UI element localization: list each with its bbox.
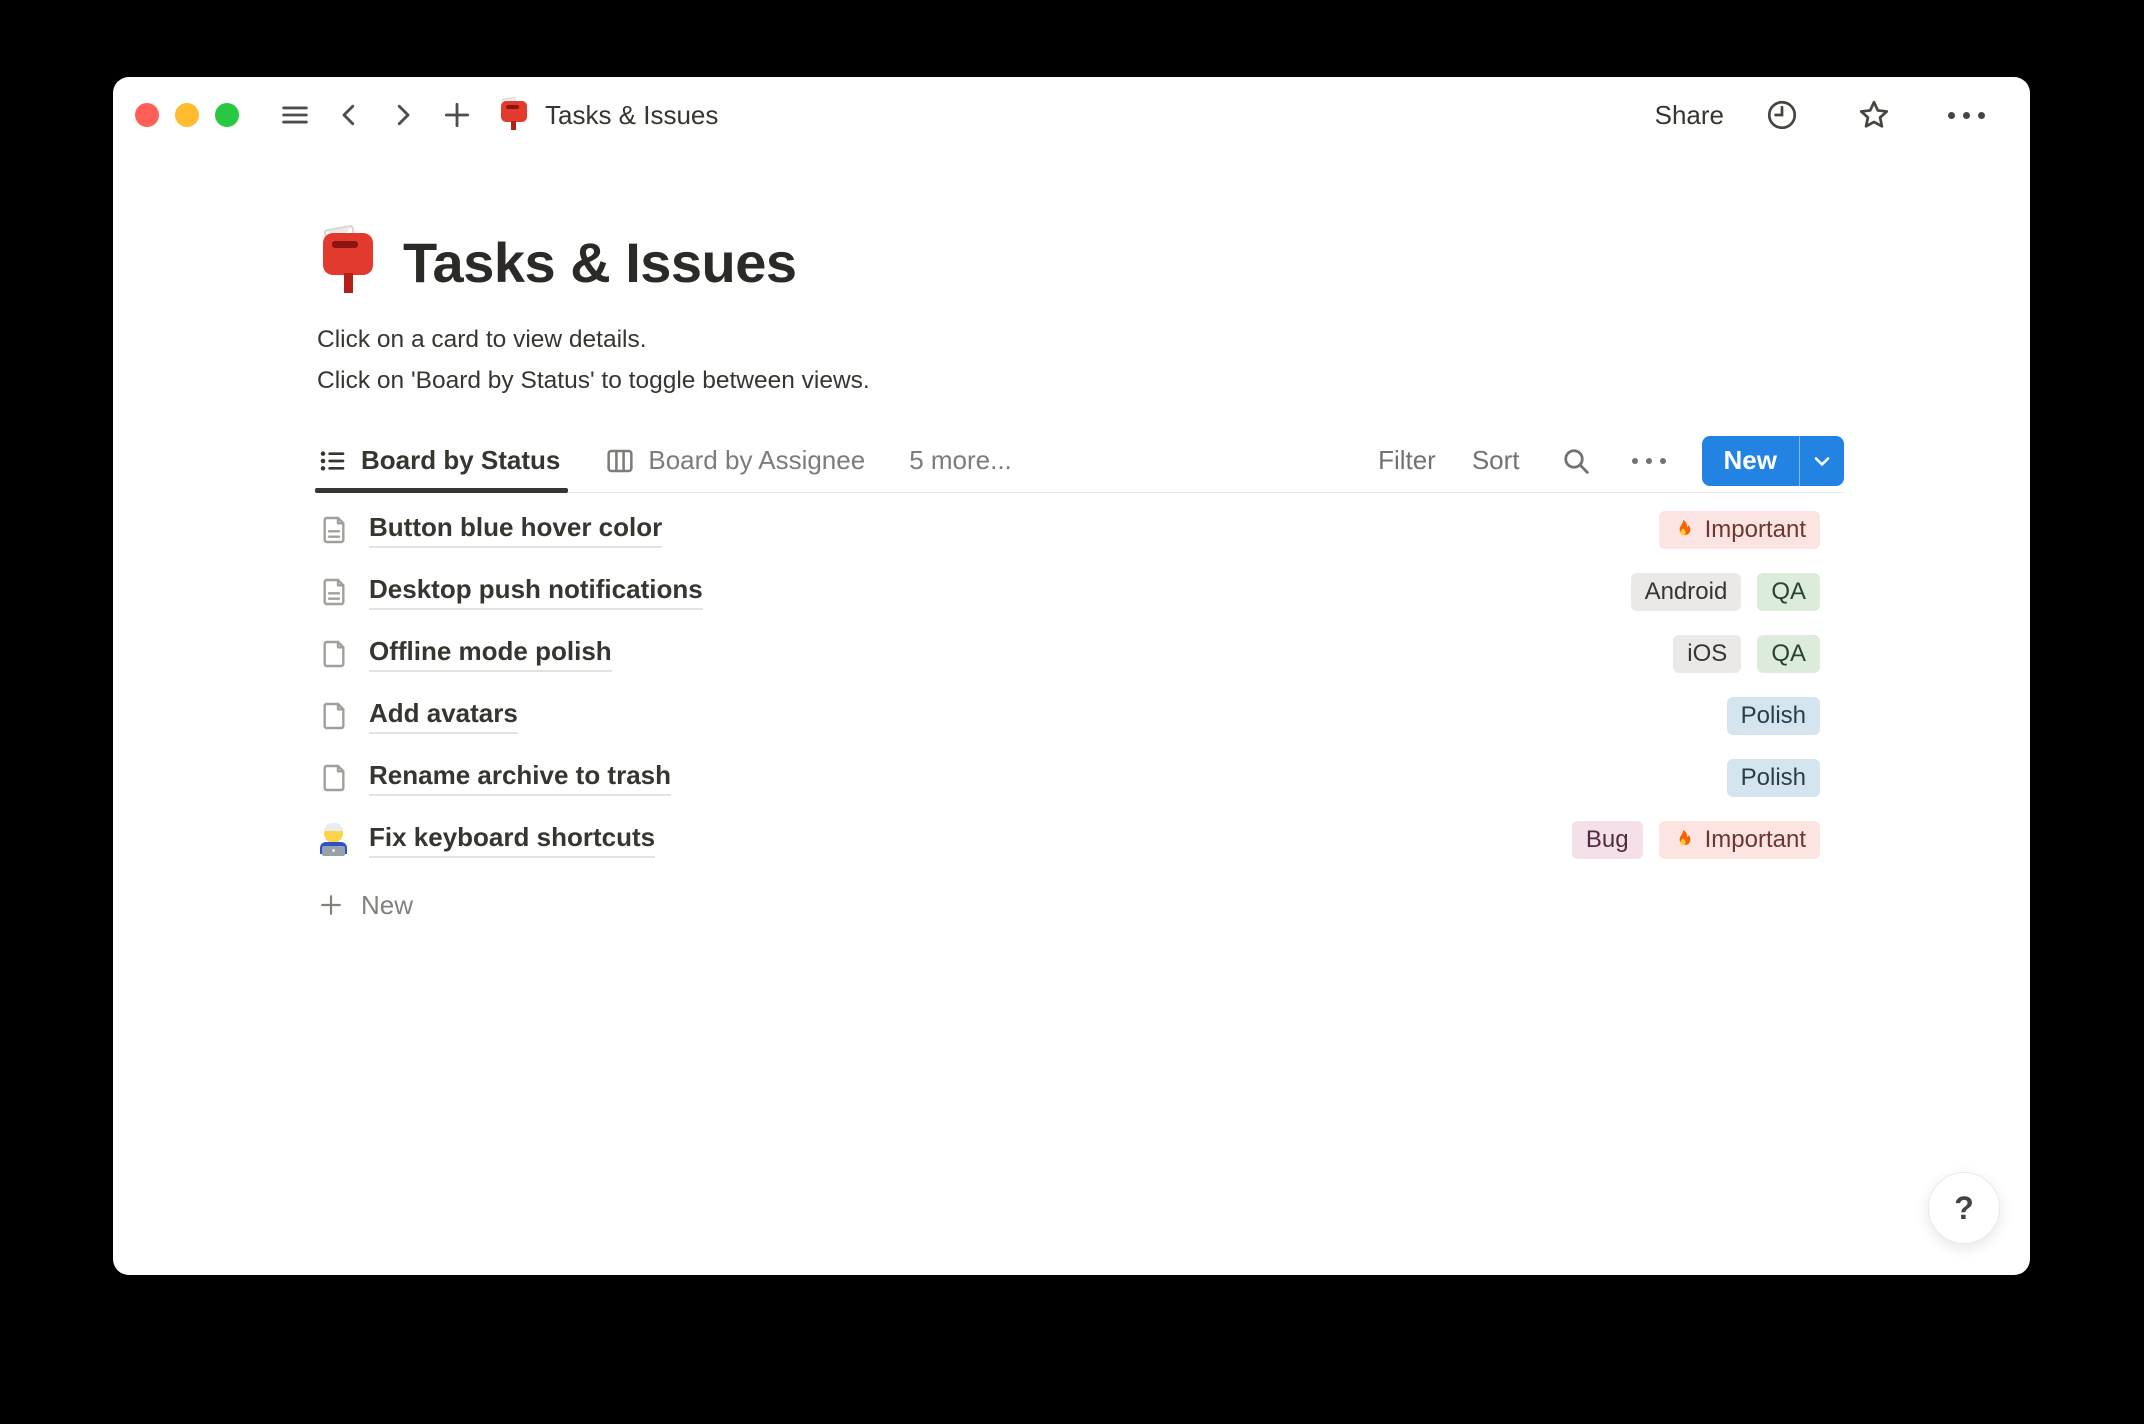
tag-polish[interactable]: Polish (1726, 697, 1820, 735)
close-window-button[interactable] (135, 103, 159, 127)
table-row[interactable]: Desktop push notifications Android QA (317, 561, 1844, 623)
page-blank-icon (317, 762, 351, 794)
new-row-label: New (361, 889, 414, 920)
tag-label: QA (1771, 578, 1806, 605)
tag-important[interactable]: Important (1658, 821, 1820, 859)
tag-group: Bug Important (1571, 821, 1820, 859)
page-text-icon (317, 514, 351, 546)
tag-group: Polish (1726, 759, 1820, 797)
fire-icon (1679, 520, 1691, 536)
tab-label: Board by Assignee (648, 445, 866, 475)
description-line-2: Click on 'Board by Status' to toggle bet… (317, 367, 870, 394)
tag-group: Important (1658, 511, 1820, 549)
row-title[interactable]: Rename archive to trash (369, 760, 672, 796)
new-row-button[interactable]: New (317, 875, 1844, 935)
tag-ios[interactable]: iOS (1673, 635, 1742, 673)
sidebar-toggle-icon[interactable] (275, 93, 315, 137)
chevron-down-icon[interactable] (1800, 436, 1844, 486)
table-row[interactable]: Add avatars Polish (317, 685, 1844, 747)
tag-bug[interactable]: Bug (1571, 821, 1643, 859)
tag-label: Important (1704, 826, 1806, 853)
page-title: Tasks & Issues (403, 230, 797, 294)
row-title[interactable]: Desktop push notifications (369, 574, 703, 610)
row-title[interactable]: Offline mode polish (369, 636, 612, 672)
tab-label: Board by Status (361, 445, 561, 475)
fire-icon (1679, 830, 1691, 846)
page-blank-icon (317, 700, 351, 732)
table-row[interactable]: Fix keyboard shortcuts Bug Important (317, 809, 1844, 871)
tab-board-by-assignee[interactable]: Board by Assignee (604, 429, 865, 492)
share-button[interactable]: Share (1655, 100, 1724, 131)
description-line-1: Click on a card to view details. (317, 326, 647, 353)
row-title[interactable]: Button blue hover color (369, 512, 663, 548)
search-icon[interactable] (1556, 439, 1596, 483)
page-blank-icon (317, 638, 351, 670)
page-header: Tasks & Issues (317, 224, 1844, 295)
notion-window: Tasks & Issues Share Tasks & Issues Clic… (113, 77, 2030, 1275)
mailbox-emoji-icon[interactable] (317, 224, 379, 295)
list-view-icon (320, 450, 345, 471)
help-button[interactable]: ? (1928, 1172, 2000, 1244)
table-row[interactable]: Offline mode polish iOS QA (317, 623, 1844, 685)
page-description: Click on a card to view details. Click o… (317, 319, 1844, 401)
filter-button[interactable]: Filter (1378, 445, 1436, 476)
table-row[interactable]: Rename archive to trash Polish (317, 747, 1844, 809)
breadcrumb-page-title[interactable]: Tasks & Issues (545, 100, 718, 131)
minimize-window-button[interactable] (175, 103, 199, 127)
tag-label: Important (1704, 516, 1806, 543)
view-tabs: Board by Status Board by Assignee 5 more… (314, 429, 1012, 493)
clock-history-icon[interactable] (1762, 93, 1802, 137)
tag-label: Android (1644, 578, 1728, 605)
new-split-button: New (1701, 435, 1844, 486)
tag-android[interactable]: Android (1630, 573, 1742, 611)
plus-icon (321, 895, 341, 915)
sort-button[interactable]: Sort (1472, 445, 1520, 476)
view-options-icon[interactable] (1631, 457, 1666, 464)
row-title[interactable]: Add avatars (369, 698, 518, 734)
tag-group: Polish (1726, 697, 1820, 735)
tab-board-by-status[interactable]: Board by Status (314, 429, 569, 493)
traffic-lights (135, 103, 239, 127)
tag-group: Android QA (1630, 573, 1820, 611)
page-content: Tasks & Issues Click on a card to view d… (314, 224, 1844, 935)
table-row[interactable]: Button blue hover color Important (317, 499, 1844, 561)
task-list: Button blue hover color Important Deskto… (317, 499, 1844, 935)
desktop: Tasks & Issues Share Tasks & Issues Clic… (0, 0, 2144, 1424)
tag-qa[interactable]: QA (1757, 573, 1820, 611)
technologist-emoji-icon (317, 823, 351, 857)
toolbar-controls: Filter Sort New (1378, 435, 1844, 486)
new-button[interactable]: New (1702, 436, 1799, 486)
tag-important[interactable]: Important (1658, 511, 1820, 549)
view-toolbar: Board by Status Board by Assignee 5 more… (314, 429, 1844, 493)
page-text-icon (317, 576, 351, 608)
tag-polish[interactable]: Polish (1726, 759, 1820, 797)
tab-more-views[interactable]: 5 more... (909, 429, 1012, 492)
tag-label: QA (1771, 640, 1806, 667)
tag-label: Bug (1585, 826, 1629, 853)
tag-label: Polish (1740, 702, 1806, 729)
mailbox-page-icon (499, 96, 529, 131)
tag-qa[interactable]: QA (1757, 635, 1820, 673)
tag-label: Polish (1740, 764, 1806, 791)
board-view-icon (607, 449, 633, 472)
tab-label: 5 more... (909, 445, 1012, 475)
back-icon[interactable] (329, 93, 369, 137)
titlebar-actions: Share (1655, 93, 1986, 137)
favorite-star-icon[interactable] (1854, 93, 1894, 137)
tag-group: iOS QA (1673, 635, 1820, 673)
titlebar: Tasks & Issues Share (113, 77, 2030, 153)
zoom-window-button[interactable] (215, 103, 239, 127)
forward-icon[interactable] (383, 93, 423, 137)
more-options-icon[interactable] (1946, 93, 1986, 137)
tag-label: iOS (1687, 640, 1728, 667)
row-title[interactable]: Fix keyboard shortcuts (369, 822, 656, 858)
new-tab-icon[interactable] (437, 93, 477, 137)
